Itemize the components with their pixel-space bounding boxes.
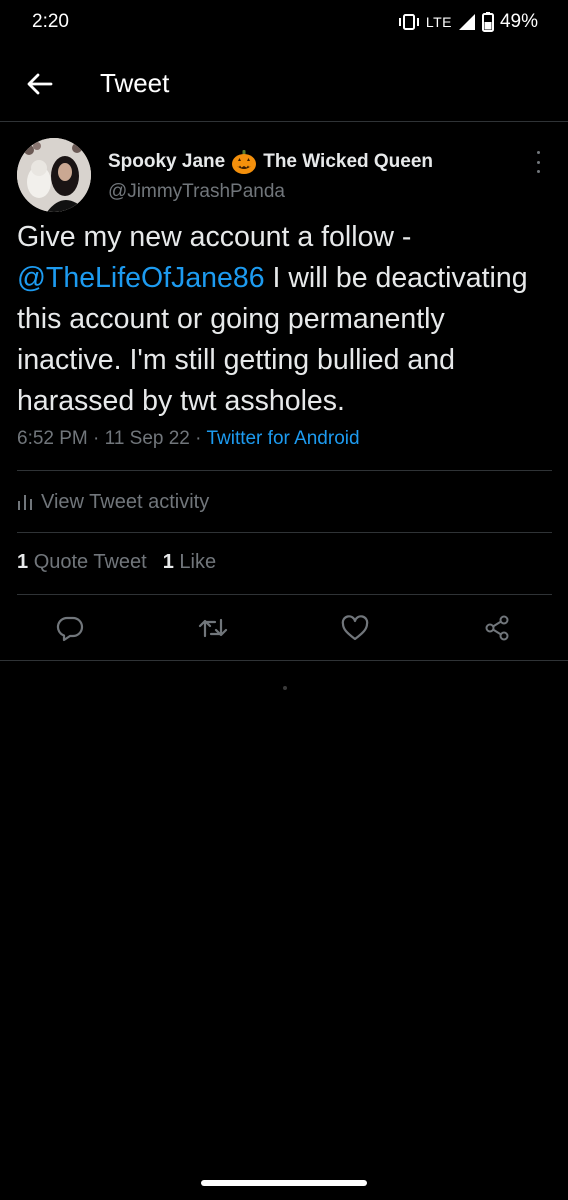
author-handle[interactable]: @JimmyTrashPanda xyxy=(108,181,285,203)
analytics-icon xyxy=(18,495,32,510)
tweet-text-part1: Give my new account a follow - xyxy=(17,221,412,253)
more-options-button[interactable] xyxy=(528,151,548,173)
reply-icon xyxy=(56,616,84,642)
more-dot-icon xyxy=(536,170,540,173)
battery-icon xyxy=(481,12,494,32)
reply-button[interactable] xyxy=(52,610,88,646)
avatar[interactable] xyxy=(17,138,91,212)
back-button[interactable] xyxy=(20,66,60,102)
view-tweet-activity-label: View Tweet activity xyxy=(41,490,210,513)
like-button[interactable] xyxy=(337,610,373,646)
back-arrow-icon xyxy=(27,73,53,95)
quote-tweets-stat[interactable]: 1 Quote Tweet xyxy=(17,551,147,574)
signal-icon xyxy=(458,13,476,31)
status-time: 2:20 xyxy=(32,11,69,32)
quote-label: Quote Tweet xyxy=(33,551,147,573)
battery-percent: 49% xyxy=(499,11,538,32)
meta-separator: · xyxy=(195,428,207,449)
view-tweet-activity-button[interactable]: View Tweet activity xyxy=(17,487,209,517)
tweet-time: 6:52 PM xyxy=(17,428,88,449)
likes-stat[interactable]: 1 Like xyxy=(163,551,216,574)
divider xyxy=(17,532,552,533)
engagement-stats: 1 Quote Tweet 1 Like xyxy=(17,551,216,574)
page-title: Tweet xyxy=(100,68,170,98)
like-label: Like xyxy=(179,551,217,573)
vibrate-icon xyxy=(398,13,420,31)
meta-separator: · xyxy=(93,428,105,449)
quote-count: 1 xyxy=(17,551,29,573)
jack-o-lantern-icon xyxy=(231,149,257,175)
more-dot-icon xyxy=(536,160,540,164)
like-count: 1 xyxy=(162,551,174,573)
home-indicator[interactable] xyxy=(201,1180,367,1186)
status-bar: 2:20 LTE 49% xyxy=(0,0,568,46)
tweet-text: Give my new account a follow - @TheLifeO… xyxy=(17,217,557,422)
tweet-source-link[interactable]: Twitter for Android xyxy=(206,428,359,449)
divider xyxy=(17,594,552,595)
more-dot-icon xyxy=(536,151,540,154)
like-icon xyxy=(341,615,369,641)
retweet-button[interactable] xyxy=(195,610,231,646)
divider xyxy=(17,470,552,471)
share-icon xyxy=(485,615,509,641)
mention-link[interactable]: @TheLifeOfJane86 xyxy=(17,262,265,294)
divider xyxy=(0,660,568,661)
share-button[interactable] xyxy=(479,610,515,646)
network-type: LTE xyxy=(425,14,452,30)
tweet-meta: 6:52 PM · 11 Sep 22 · Twitter for Androi… xyxy=(17,428,360,450)
status-icons: LTE 49% xyxy=(398,11,538,33)
author-title-text: The Wicked Queen xyxy=(263,151,434,172)
tweet-date: 11 Sep 22 xyxy=(104,428,190,449)
retweet-icon xyxy=(198,618,228,638)
author-name[interactable]: Spooky Jane The Wicked Queen xyxy=(108,149,433,175)
app-header: Tweet xyxy=(0,46,568,122)
author-name-text: Spooky Jane xyxy=(108,151,226,172)
loading-indicator xyxy=(283,686,287,690)
tweet-actions xyxy=(0,610,568,646)
